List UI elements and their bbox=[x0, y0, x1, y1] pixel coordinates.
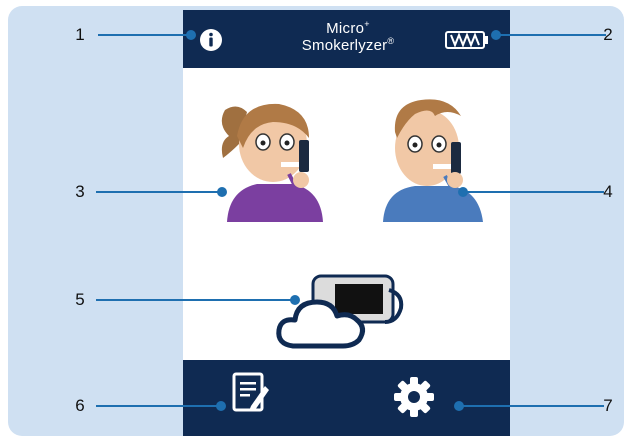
callout-6-dot bbox=[216, 401, 226, 411]
brand-reg: ® bbox=[387, 35, 395, 46]
callout-3-line bbox=[96, 191, 224, 193]
callout-7-number: 7 bbox=[603, 396, 613, 415]
info-icon[interactable] bbox=[199, 28, 223, 52]
callout-1-number: 1 bbox=[75, 25, 85, 44]
callout-4-number: 4 bbox=[603, 182, 613, 201]
callout-5-number: 5 bbox=[75, 290, 85, 309]
male-user-icon[interactable] bbox=[375, 92, 493, 222]
callout-5-line bbox=[96, 299, 296, 301]
battery-icon bbox=[445, 31, 488, 49]
callout-7-dot bbox=[454, 401, 464, 411]
callout-6-line bbox=[96, 405, 222, 407]
callout-1-dot bbox=[186, 30, 196, 40]
callout-2-number: 2 bbox=[603, 25, 613, 44]
brand-sup: + bbox=[364, 19, 370, 29]
device-screen: Micro+ Smokerlyzer® bbox=[183, 10, 510, 436]
gear-icon[interactable] bbox=[393, 376, 435, 418]
brand-top: Micro bbox=[326, 20, 365, 37]
callout-6-number: 6 bbox=[75, 396, 85, 415]
brand-bottom: Smokerlyzer bbox=[301, 36, 388, 54]
female-user-icon[interactable] bbox=[207, 92, 335, 222]
top-bar: Micro+ Smokerlyzer® bbox=[183, 10, 510, 68]
brand-logo: Micro+ Smokerlyzer® bbox=[283, 19, 413, 54]
notes-icon[interactable] bbox=[231, 370, 271, 414]
callout-7-line bbox=[460, 405, 604, 407]
callout-4-dot bbox=[458, 187, 468, 197]
callout-3-number: 3 bbox=[75, 182, 85, 201]
cloud-device-icon[interactable] bbox=[273, 268, 418, 350]
callout-3-dot bbox=[217, 187, 227, 197]
callout-4-line bbox=[462, 191, 604, 193]
callout-5-dot bbox=[290, 295, 300, 305]
callout-1-line bbox=[98, 34, 190, 36]
bottom-bar bbox=[183, 360, 510, 436]
callout-2-line bbox=[496, 34, 606, 36]
callout-2-dot bbox=[491, 30, 501, 40]
